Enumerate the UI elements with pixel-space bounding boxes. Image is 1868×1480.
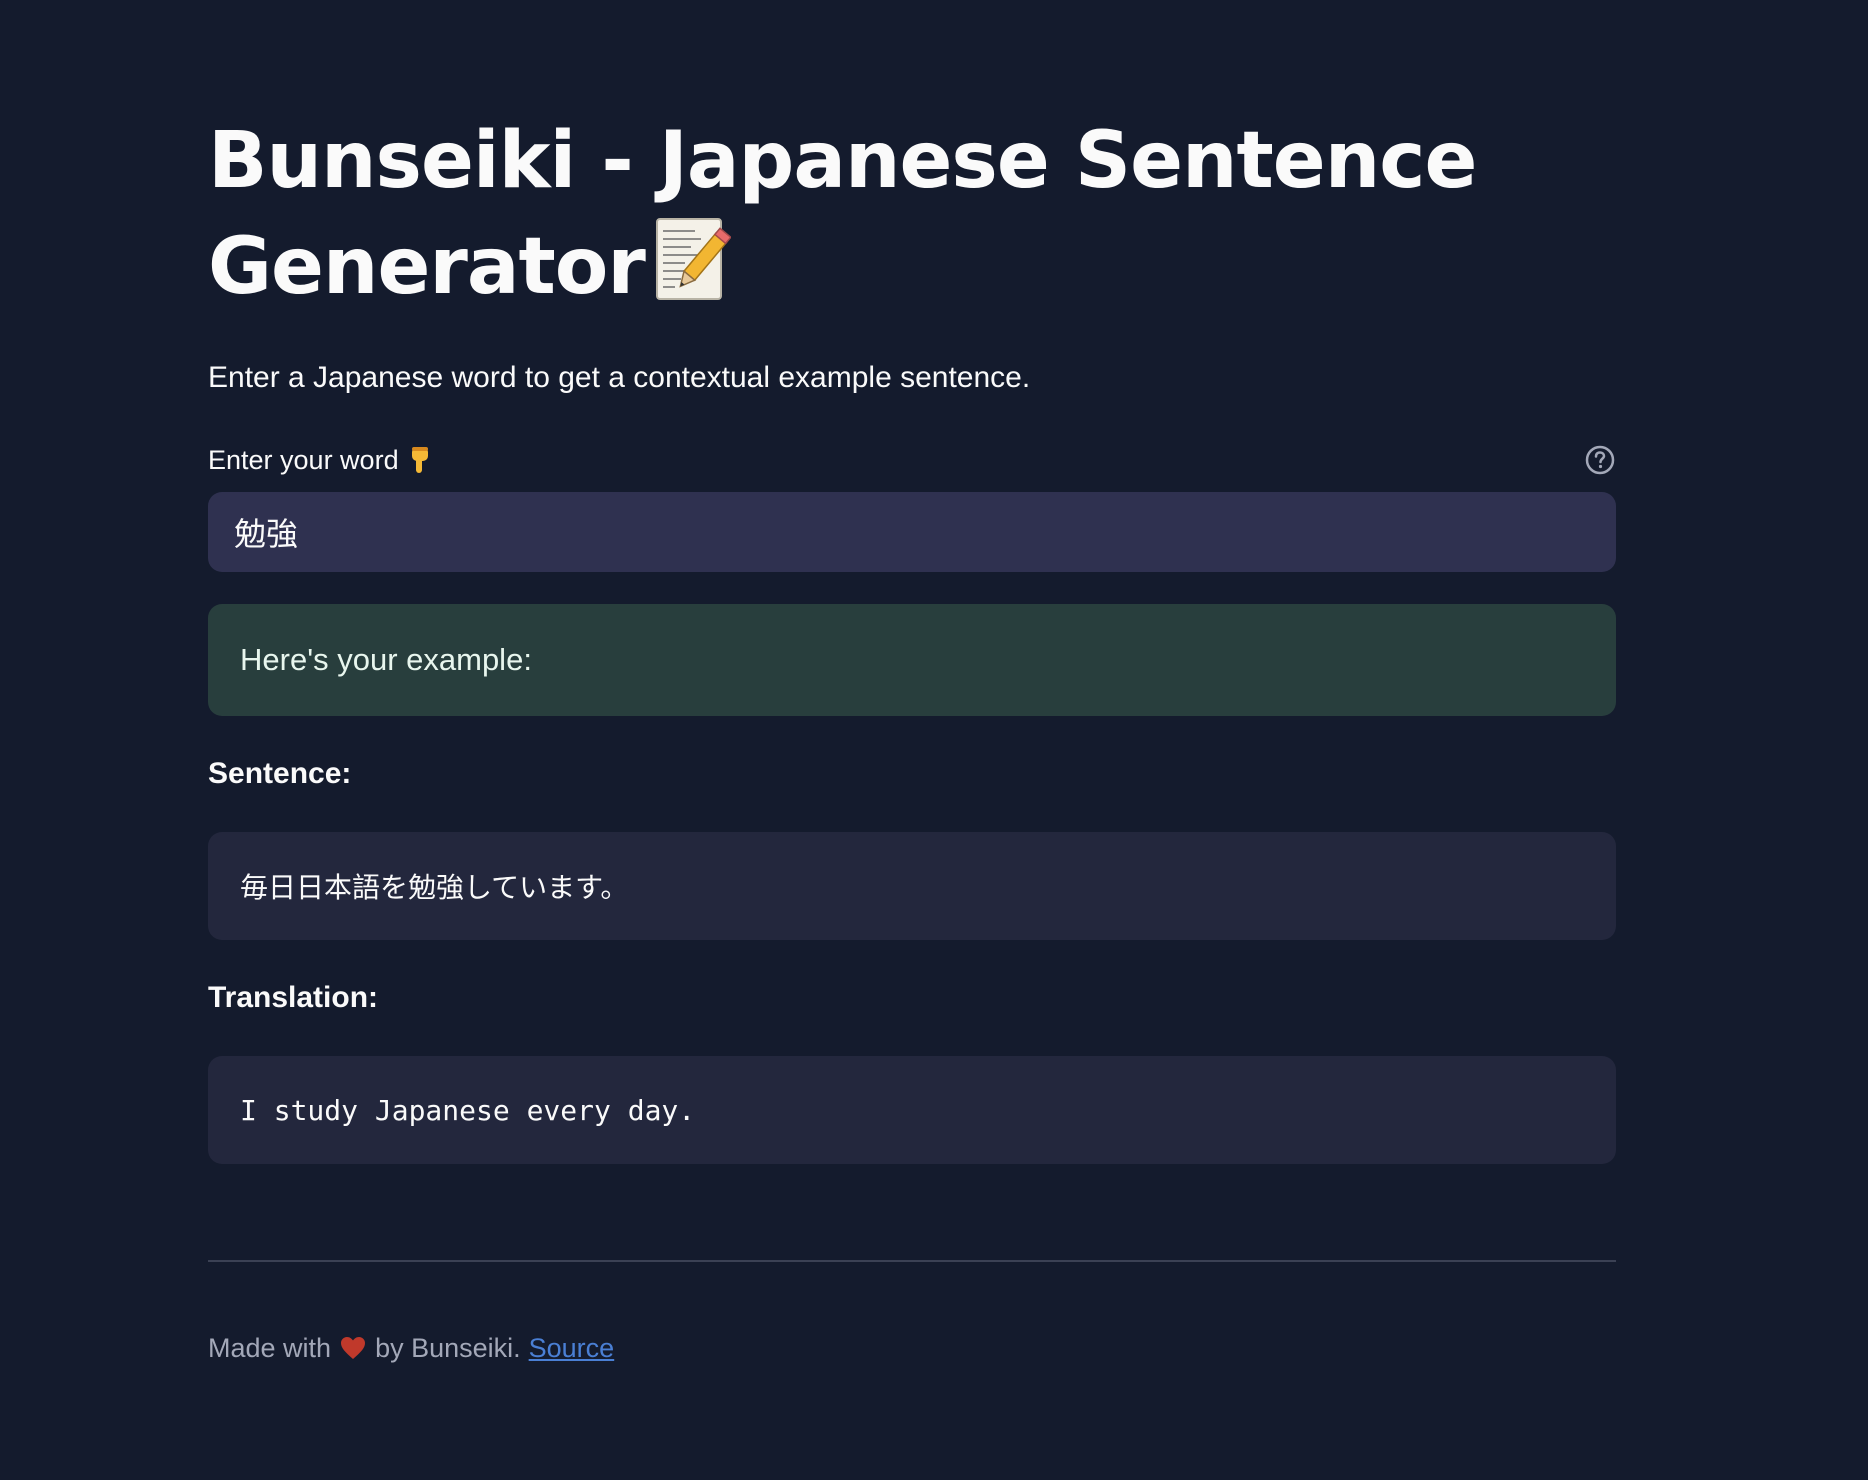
- source-link[interactable]: Source: [529, 1328, 615, 1368]
- heart-icon: [341, 1337, 366, 1359]
- sentence-text: 毎日日本語を勉強しています。: [240, 871, 629, 904]
- success-message-text: Here's your example:: [240, 642, 532, 677]
- sentence-box: 毎日日本語を勉強しています。: [208, 832, 1616, 940]
- translation-label: Translation:: [208, 981, 379, 1014]
- translation-text: I study Japanese every day.: [240, 1093, 696, 1127]
- success-message: Here's your example:: [208, 604, 1616, 716]
- footer-text-after: by Bunseiki.: [375, 1333, 521, 1363]
- memo-pencil-icon: [655, 218, 731, 300]
- sentence-label: Sentence:: [208, 757, 352, 790]
- word-input[interactable]: [208, 492, 1616, 572]
- word-input-label: Enter your word: [208, 440, 431, 480]
- pointing-down-hand-icon: [411, 447, 428, 473]
- footer: Made with by Bunseiki. Source: [208, 1328, 614, 1368]
- question-circle-icon[interactable]: [1584, 444, 1616, 476]
- translation-box: I study Japanese every day.: [208, 1056, 1616, 1164]
- page-title: Bunseiki - Japanese Sentence Generator: [208, 108, 1616, 320]
- word-input-label-text: Enter your word: [208, 445, 399, 475]
- footer-text-before: Made with: [208, 1333, 332, 1363]
- page-subtitle: Enter a Japanese word to get a contextua…: [208, 361, 1031, 394]
- page-title-text: Bunseiki - Japanese Sentence Generator: [208, 116, 1477, 312]
- footer-divider: [208, 1260, 1616, 1262]
